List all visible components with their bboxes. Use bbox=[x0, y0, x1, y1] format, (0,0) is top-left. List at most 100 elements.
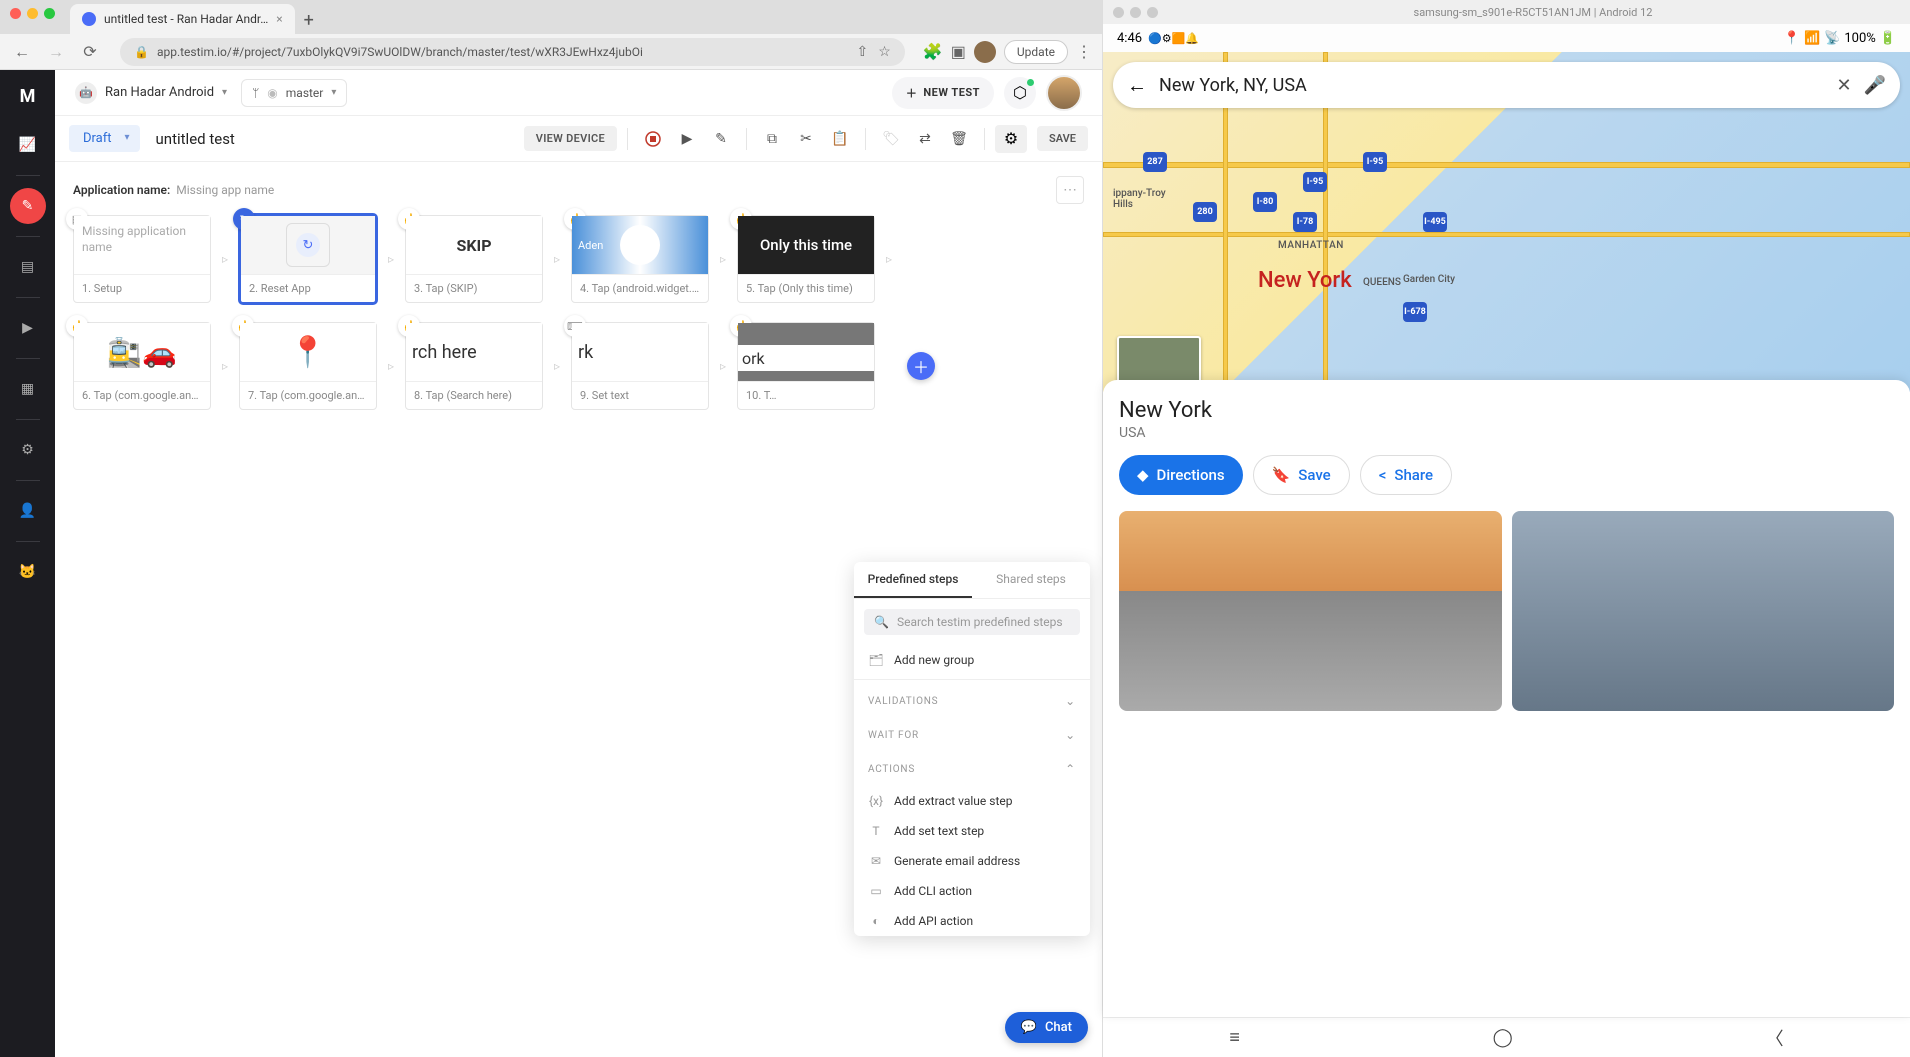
delete-button[interactable]: 🗑 bbox=[944, 124, 974, 154]
directions-button[interactable]: ◆ Directions bbox=[1119, 455, 1243, 495]
sidepanel-icon[interactable]: ▣ bbox=[951, 42, 966, 61]
extensions-icon[interactable]: 🧩 bbox=[923, 42, 943, 61]
group-button[interactable]: ⇄ bbox=[910, 124, 940, 154]
streetview-thumb[interactable] bbox=[1117, 336, 1201, 386]
nav-dashboard-icon[interactable]: 📈 bbox=[10, 127, 46, 163]
reload-button[interactable]: ⟳ bbox=[78, 42, 102, 61]
action-gen-email[interactable]: ✉Generate email address bbox=[854, 846, 1090, 876]
step-card-tap-6[interactable]: ☝ 🚉🚗 6. Tap (com.google.andr… bbox=[73, 322, 211, 410]
menu-icon[interactable]: ⋮ bbox=[1076, 42, 1092, 61]
new-tab-button[interactable]: + bbox=[295, 6, 323, 34]
tag-button[interactable]: 🏷 bbox=[876, 124, 906, 154]
cube-icon: ⬡ bbox=[1013, 83, 1027, 102]
nav-docs-icon[interactable]: ▤ bbox=[10, 249, 46, 285]
chevron-down-icon: ⌄ bbox=[1065, 728, 1076, 742]
place-photo-1[interactable] bbox=[1119, 511, 1502, 711]
chat-button[interactable]: 💬 Chat bbox=[1005, 1012, 1088, 1043]
more-button[interactable]: ⋯ bbox=[1056, 176, 1084, 204]
agent-button[interactable]: ⬡ bbox=[1004, 77, 1036, 109]
nav-mask-icon[interactable]: 🐱 bbox=[10, 554, 46, 590]
browser-tab[interactable]: untitled test - Ran Hadar Andr… × bbox=[70, 4, 295, 34]
back-button[interactable]: ← bbox=[10, 42, 34, 62]
forward-button[interactable]: → bbox=[44, 42, 68, 62]
add-step-button[interactable]: ＋ bbox=[907, 352, 935, 380]
action-set-text[interactable]: TAdd set text step bbox=[854, 816, 1090, 846]
settings-button[interactable]: ⚙ bbox=[995, 125, 1027, 153]
nav-runs-icon[interactable]: ▶ bbox=[10, 310, 46, 346]
action-extract-value[interactable]: {x}Add extract value step bbox=[854, 786, 1090, 816]
dev-close[interactable] bbox=[1113, 7, 1124, 18]
tab-predefined[interactable]: Predefined steps bbox=[854, 562, 972, 598]
tab-shared[interactable]: Shared steps bbox=[972, 562, 1090, 598]
status-app-icons: 🔵⚙🟧🔔 bbox=[1148, 32, 1199, 45]
nav-grid-icon[interactable]: ▦ bbox=[10, 371, 46, 407]
step-card-setup[interactable]: ▦ Missing application name 1. Setup bbox=[73, 215, 211, 303]
close-icon[interactable]: × bbox=[276, 12, 282, 26]
status-dropdown[interactable]: Draft bbox=[69, 125, 140, 152]
thumb-text: Aden bbox=[578, 239, 603, 252]
place-sheet[interactable]: New York USA ◆ Directions 🔖 Save < Share bbox=[1103, 380, 1910, 1017]
profile-avatar[interactable] bbox=[974, 41, 996, 63]
edit-button[interactable]: ✎ bbox=[706, 124, 736, 154]
home-button[interactable]: ◯ bbox=[1493, 1027, 1513, 1048]
step-card-tap-widget[interactable]: ☝ Aden◎ 4. Tap (android.widget.I… bbox=[571, 215, 709, 303]
back-button[interactable]: 〈 bbox=[1766, 1025, 1784, 1051]
maps-search-bar[interactable]: ← New York, NY, USA ✕ 🎤 bbox=[1113, 62, 1900, 108]
step-arrow: ▹ bbox=[881, 252, 897, 266]
share-button[interactable]: < Share bbox=[1360, 455, 1452, 495]
chevron-down-icon: ▾ bbox=[331, 87, 336, 98]
place-photo-2[interactable] bbox=[1512, 511, 1895, 711]
section-waitfor[interactable]: Wait for⌄ bbox=[854, 718, 1090, 752]
cut-button[interactable]: ✂ bbox=[791, 124, 821, 154]
step-card-tap-search[interactable]: ☝ rch here 8. Tap (Search here) bbox=[405, 322, 543, 410]
window-zoom[interactable] bbox=[44, 8, 55, 19]
recents-button[interactable]: ≡ bbox=[1229, 1027, 1240, 1048]
play-button[interactable]: ▶ bbox=[672, 124, 702, 154]
nav-user-icon[interactable]: 👤 bbox=[10, 493, 46, 529]
window-minimize[interactable] bbox=[27, 8, 38, 19]
popover-search[interactable]: 🔍 Search testim predefined steps bbox=[864, 609, 1080, 635]
save-place-button[interactable]: 🔖 Save bbox=[1253, 455, 1350, 495]
view-device-button[interactable]: VIEW DEVICE bbox=[524, 126, 617, 151]
branch-selector[interactable]: ᛘ ◉ master ▾ bbox=[241, 79, 347, 107]
app-name-value: Missing app name bbox=[176, 183, 274, 197]
bookmark-icon[interactable]: ☆ bbox=[878, 44, 891, 60]
step-card-tap-only[interactable]: ☝ Only this time 5. Tap (Only this time) bbox=[737, 215, 875, 303]
canvas: Application name: Missing app name ⋯ ▦ M… bbox=[55, 162, 1102, 1057]
step-label: 9. Set text bbox=[572, 381, 708, 409]
save-button[interactable]: SAVE bbox=[1037, 126, 1088, 151]
group-icon: 🗂 bbox=[868, 653, 884, 667]
url-field[interactable]: 🔒 app.testim.io/#/project/7uxbOlykQV9i7S… bbox=[120, 38, 905, 66]
step-card-10[interactable]: ☝ ork 10. T… bbox=[737, 322, 875, 410]
install-icon[interactable]: ⇧ bbox=[857, 44, 869, 60]
user-avatar[interactable] bbox=[1046, 75, 1082, 111]
step-card-reset[interactable]: ↻ ↻ 2. Reset App bbox=[239, 214, 377, 304]
dev-zoom[interactable] bbox=[1147, 7, 1158, 18]
search-value: New York, NY, USA bbox=[1159, 75, 1824, 96]
new-test-button[interactable]: ＋ NEW TEST bbox=[892, 77, 994, 109]
step-card-tap-skip[interactable]: ☝ SKIP 3. Tap (SKIP) bbox=[405, 215, 543, 303]
step-card-tap-7[interactable]: ☝ 📍 7. Tap (com.google.andr… bbox=[239, 322, 377, 410]
project-selector[interactable]: 🤖 Ran Hadar Android ▾ bbox=[75, 82, 227, 104]
dev-min[interactable] bbox=[1130, 7, 1141, 18]
copy-button[interactable]: ⧉ bbox=[757, 124, 787, 154]
section-actions[interactable]: Actions⌃ bbox=[854, 752, 1090, 786]
clear-icon[interactable]: ✕ bbox=[1836, 75, 1851, 96]
window-close[interactable] bbox=[10, 8, 21, 19]
back-arrow-icon[interactable]: ← bbox=[1127, 73, 1147, 98]
mic-icon[interactable]: 🎤 bbox=[1864, 75, 1886, 96]
logo-icon[interactable]: M bbox=[20, 86, 36, 107]
paste-button[interactable]: 📋 bbox=[825, 124, 855, 154]
step-card-set-text[interactable]: ⌨ rk 9. Set text bbox=[571, 322, 709, 410]
add-new-group[interactable]: 🗂 Add new group bbox=[854, 645, 1090, 675]
record-button[interactable] bbox=[638, 124, 668, 154]
action-api[interactable]: ◐Add API action bbox=[854, 906, 1090, 936]
update-button[interactable]: Update bbox=[1004, 40, 1068, 64]
nav-editor-icon[interactable]: ✎ bbox=[10, 188, 46, 224]
steps-row-1: ▦ Missing application name 1. Setup ▹ ↻ … bbox=[73, 214, 1084, 304]
nav-settings-icon[interactable]: ⚙ bbox=[10, 432, 46, 468]
chevron-down-icon: ▾ bbox=[222, 87, 227, 98]
action-cli[interactable]: ▭Add CLI action bbox=[854, 876, 1090, 906]
test-title[interactable]: untitled test bbox=[156, 130, 235, 148]
section-validations[interactable]: Validations⌄ bbox=[854, 684, 1090, 718]
